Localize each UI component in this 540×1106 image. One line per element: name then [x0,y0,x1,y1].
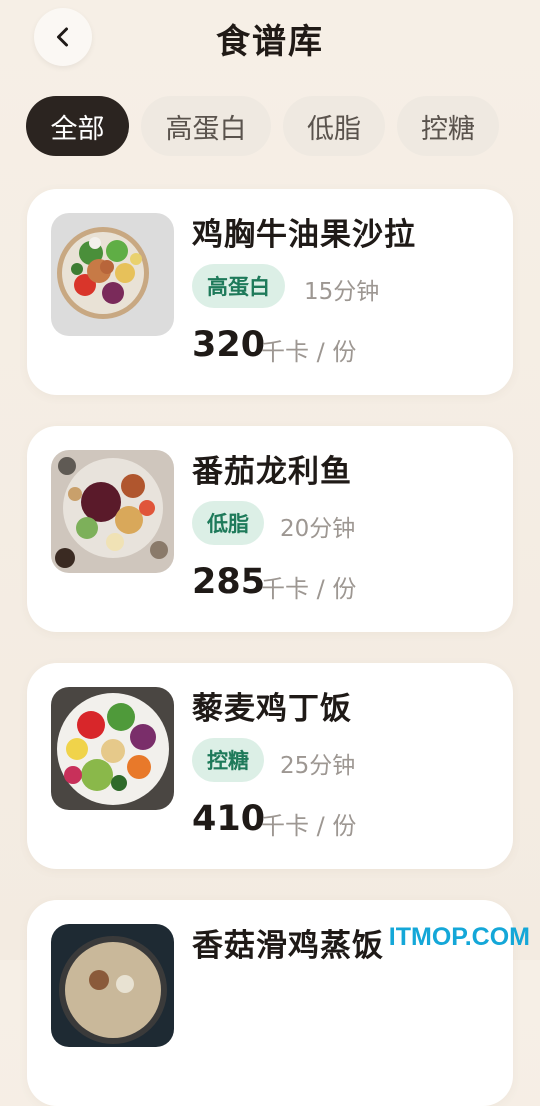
recipe-title: 香菇滑鸡蒸饭 [192,928,384,964]
calories-unit: 千卡 / 份 [261,338,357,366]
calories-unit: 千卡 / 份 [261,575,357,603]
diet-tag: 低脂 [192,501,264,545]
cook-time: 20分钟 [280,516,356,542]
filter-chip-high-protein[interactable]: 高蛋白 [141,96,271,156]
diet-tag: 控糖 [192,738,264,782]
calories-value: 285 [192,562,266,602]
filter-chip-all[interactable]: 全部 [26,96,129,156]
recipe-card[interactable]: 鸡胸牛油果沙拉 高蛋白 15分钟 320 千卡 / 份 [27,189,513,395]
page-title: 食谱库 [216,22,324,62]
recipe-thumbnail [51,687,174,810]
recipe-card[interactable]: 番茄龙利鱼 低脂 20分钟 285 千卡 / 份 [27,426,513,632]
recipe-card[interactable]: 藜麦鸡丁饭 控糖 25分钟 410 千卡 / 份 [27,663,513,869]
calories-value: 410 [192,799,266,839]
recipe-title: 鸡胸牛油果沙拉 [192,217,416,253]
recipe-thumbnail [51,213,174,336]
recipe-title: 藜麦鸡丁饭 [192,691,352,727]
diet-tag: 高蛋白 [192,264,285,308]
recipe-thumbnail [51,450,174,573]
cook-time: 15分钟 [304,279,380,305]
app-header: 食谱库 [0,0,540,80]
filter-tabs: 全部 高蛋白 低脂 控糖 [26,96,499,156]
calories-unit: 千卡 / 份 [261,812,357,840]
recipe-thumbnail [51,924,174,1047]
recipe-title: 番茄龙利鱼 [192,454,352,490]
cook-time: 25分钟 [280,753,356,779]
calories-value: 320 [192,325,266,365]
watermark-logo: ITMOP.COM [388,923,530,951]
filter-chip-low-fat[interactable]: 低脂 [283,96,385,156]
filter-chip-sugar-control[interactable]: 控糖 [397,96,499,156]
